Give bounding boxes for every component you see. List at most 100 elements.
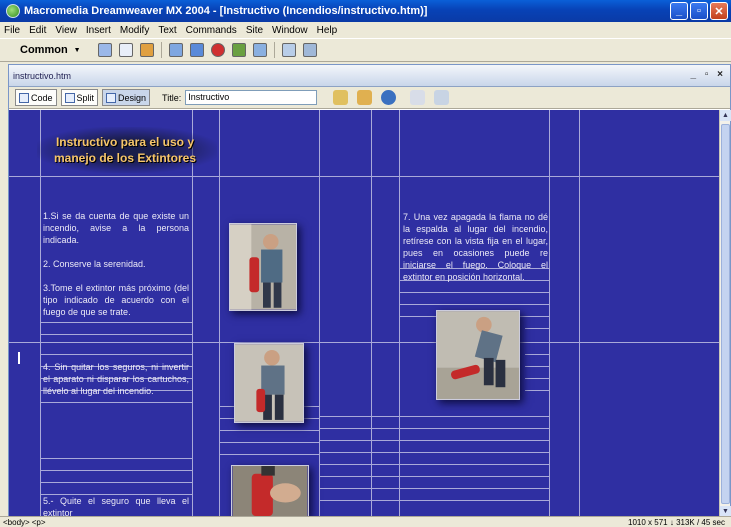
window-controls: _ ▫ ✕ [670, 2, 728, 20]
table-row-line [219, 442, 319, 443]
chevron-down-icon: ▼ [73, 46, 81, 54]
design-view-button[interactable]: Design [102, 89, 151, 106]
table-row-line [219, 454, 319, 455]
table-row-line [40, 458, 192, 459]
tag-body[interactable]: <body> [3, 518, 30, 527]
menu-window[interactable]: Window [272, 25, 308, 36]
table-row-line [319, 452, 549, 453]
table-border [371, 110, 372, 517]
table-row-line [219, 430, 319, 431]
refresh-icon[interactable] [410, 90, 426, 105]
menu-commands[interactable]: Commands [186, 25, 237, 36]
file-management-icon[interactable] [333, 90, 349, 105]
status-bar: <body> <p> 1010 x 571 ↓ 313K / 45 sec [0, 516, 731, 527]
templates-icon[interactable] [282, 43, 296, 57]
page-heading[interactable]: Instructivo para el uso y manejo de los … [45, 134, 205, 166]
extinguisher-photo-4[interactable] [436, 310, 520, 400]
table-row-line [40, 470, 192, 471]
preview-in-browser-icon[interactable] [381, 90, 397, 105]
media-icon[interactable] [232, 43, 246, 57]
document-tab[interactable]: instructivo.htm [13, 71, 71, 81]
menu-bar: File Edit View Insert Modify Text Comman… [0, 22, 731, 38]
design-view-icon [106, 92, 117, 103]
step-5-text[interactable]: 5.- Quite el seguro que lleva el extinto… [43, 495, 189, 517]
step-7-text[interactable]: 7. Una vez apagada la flama no dé la esp… [403, 211, 548, 283]
code-view-label: Code [31, 92, 53, 103]
step-1-text[interactable]: 1.Si se da cuenta de que existe un incen… [43, 210, 189, 246]
table-border [579, 110, 580, 517]
table-row-line [40, 354, 192, 355]
step-4-text[interactable]: 4. Sin quitar los seguros, ni invertir e… [43, 361, 189, 397]
text-cursor [18, 352, 20, 364]
minimize-button[interactable]: _ [670, 2, 688, 20]
date-icon[interactable] [253, 43, 267, 57]
menu-view[interactable]: View [55, 25, 77, 36]
menu-file[interactable]: File [4, 25, 20, 36]
browser-check-icon[interactable] [357, 90, 373, 105]
table-row-line [319, 416, 549, 417]
document-tab-bar: instructivo.htm _ ▫ × [9, 65, 730, 87]
dreamweaver-app-icon[interactable] [6, 4, 20, 18]
step-2-text[interactable]: 2. Conserve la serenidad. [43, 258, 189, 270]
insert-icons [98, 42, 317, 58]
table-row-line [319, 488, 549, 489]
table-row-line [40, 482, 192, 483]
table-border [9, 176, 721, 177]
split-view-label: Split [76, 92, 95, 103]
table-row-line [319, 428, 549, 429]
named-anchor-icon[interactable] [140, 43, 154, 57]
menu-insert[interactable]: Insert [86, 25, 111, 36]
split-view-icon [64, 92, 75, 103]
table-icon[interactable] [169, 43, 183, 57]
document-window: instructivo.htm _ ▫ × Code Split Design … [8, 64, 731, 517]
code-view-button[interactable]: Code [15, 89, 57, 106]
view-options-icon[interactable] [434, 90, 450, 105]
code-view-icon [19, 92, 29, 103]
tag-chooser-icon[interactable] [303, 43, 317, 57]
table-row-line [40, 334, 192, 335]
title-field[interactable]: Instructivo [185, 90, 318, 105]
menu-text[interactable]: Text [158, 25, 176, 36]
table-row-line [525, 354, 549, 355]
split-view-button[interactable]: Split [60, 89, 99, 106]
table-row-line [399, 304, 549, 305]
table-row-line [319, 440, 549, 441]
table-row-line [319, 476, 549, 477]
insert-category-dropdown[interactable]: Common ▼ [20, 44, 90, 56]
hyperlink-icon[interactable] [98, 43, 112, 57]
close-button[interactable]: ✕ [710, 2, 728, 20]
extinguisher-photo-3[interactable] [231, 465, 309, 517]
table-border [9, 342, 721, 343]
window-size-info: 1010 x 571 ↓ 313K / 45 sec [628, 517, 725, 527]
table-row-line [40, 402, 192, 403]
extinguisher-photo-1[interactable] [229, 223, 297, 311]
menu-edit[interactable]: Edit [29, 25, 46, 36]
table-border [549, 110, 550, 517]
maximize-button[interactable]: ▫ [690, 2, 708, 20]
menu-modify[interactable]: Modify [120, 25, 149, 36]
table-row-line [525, 366, 549, 367]
table-row-line [40, 322, 192, 323]
menu-site[interactable]: Site [246, 25, 263, 36]
design-view-canvas[interactable]: Instructivo para el uso y manejo de los … [9, 110, 721, 517]
menu-help[interactable]: Help [317, 25, 338, 36]
scroll-up-arrow-icon[interactable]: ▲ [720, 110, 731, 121]
step-3-text[interactable]: 3.Tome el extintor más próximo (del tipo… [43, 282, 189, 318]
table-border [219, 110, 220, 517]
email-link-icon[interactable] [119, 43, 133, 57]
scroll-thumb[interactable] [721, 124, 730, 504]
table-row-line [525, 378, 549, 379]
table-border [399, 110, 400, 517]
table-border [319, 110, 320, 517]
separator [274, 42, 275, 58]
layer-icon[interactable] [190, 43, 204, 57]
images-icon[interactable] [211, 43, 225, 57]
insert-category-label: Common [20, 44, 68, 56]
document-toolbar: Code Split Design Title: Instructivo [9, 87, 730, 109]
table-row-line [399, 292, 549, 293]
tag-p[interactable]: <p> [32, 518, 46, 527]
document-window-controls[interactable]: _ ▫ × [690, 69, 726, 80]
extinguisher-photo-2[interactable] [234, 343, 304, 423]
vertical-scrollbar[interactable]: ▲ ▼ [719, 110, 731, 517]
separator [161, 42, 162, 58]
